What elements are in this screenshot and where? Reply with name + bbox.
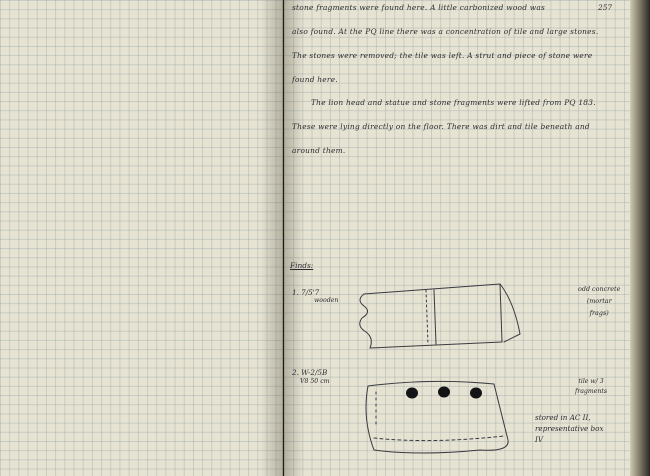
find-1-note-line-2: (mortar [586,297,612,305]
find-2-note-line-1: tile w/ 3 [578,378,604,385]
storage-note-line-2: representative box [535,424,604,433]
find-1-note: odd concrete (mortar frags) [578,283,620,319]
paragraph-line-1: stone fragments were found here. A littl… [292,3,546,12]
storage-note: stored in AC II, representative box IV [535,412,604,445]
find-2-note-line-2: fragments [575,388,608,395]
find-1-sketch [359,283,521,349]
find-1-number: 1. 7/5'7 [292,288,320,297]
paragraph-line-4: found here. [292,75,338,84]
notebook-page-edges [630,0,650,476]
find-2-sketch [365,380,509,454]
storage-note-line-1: stored in AC II, [535,413,591,422]
left-page-blank-grid [0,0,283,476]
paragraph-line-7: around them. [292,146,346,155]
find-2-number: 2. W-2/5B [292,368,328,377]
find-1-detail: wooden [314,297,339,304]
notebook-scan: 257 stone fragments were found here. A l… [0,0,650,476]
paragraph-line-6: These were lying directly on the floor. … [292,122,590,131]
paragraph-line-3: The stones were removed; the tile was le… [292,51,593,60]
paragraph-line-2: also found. At the PQ line there was a c… [292,27,599,36]
paragraph-line-5: The lion head and statue and stone fragm… [311,98,596,107]
page-number: 257 [598,3,613,12]
find-2-detail: V8 50 cm [300,378,330,385]
find-1-note-line-3: frags) [589,309,609,317]
storage-note-line-3: IV [535,435,544,444]
find-2-note: tile w/ 3 fragments [575,377,607,397]
find-1-note-line-1: odd concrete [578,285,621,293]
finds-heading: Finds: [290,261,314,270]
